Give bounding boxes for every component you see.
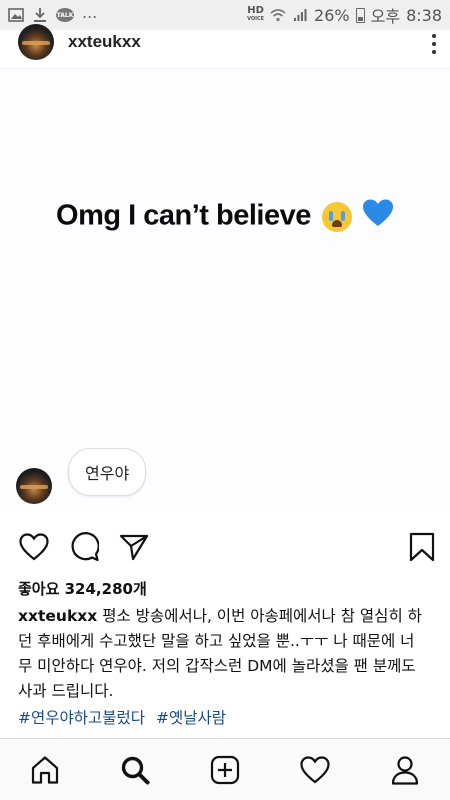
status-bar-notifications: TALK ... (8, 3, 97, 23)
image-comment-row: 연우야 (16, 448, 147, 504)
likes-count[interactable]: 좋아요 324,280개 (18, 578, 147, 599)
download-icon (32, 7, 48, 23)
avatar[interactable] (18, 24, 54, 60)
time-ampm: 오후 (370, 7, 401, 26)
image-comment-bubble: 연우야 (68, 448, 147, 496)
post-image-text: Omg I can’t believe (0, 198, 450, 236)
bottom-nav (0, 738, 450, 800)
post-actions (18, 530, 438, 564)
search-icon[interactable] (115, 750, 155, 790)
status-bar: TALK ... HD VOICE 26% 오후 8:38 (0, 0, 450, 30)
bookmark-icon[interactable] (406, 531, 438, 563)
share-icon[interactable] (118, 531, 150, 563)
hd-voice-indicator: HD VOICE (247, 6, 264, 24)
post-image-caption: Omg I can’t believe (56, 199, 311, 232)
post-username[interactable]: xxteukxx (68, 32, 141, 52)
post-header: xxteukxx (0, 24, 450, 68)
hashtag-link[interactable]: #옛날사람 (156, 709, 226, 727)
blue-heart-icon (362, 198, 394, 236)
crying-face-icon (322, 202, 353, 232)
clock: 8:38 (406, 5, 442, 25)
post-caption: xxteukxx 평소 방송에서나, 이번 아송페에서나 참 열심히 하던 후배… (18, 604, 428, 704)
hashtags: #연우야하고불렀다 #옛날사람 (18, 706, 232, 728)
post-image[interactable] (0, 68, 450, 510)
caption-username[interactable]: xxteukxx (18, 607, 97, 625)
kakaotalk-icon: TALK (56, 8, 74, 22)
activity-heart-icon[interactable] (295, 750, 335, 790)
battery-icon (355, 7, 365, 23)
hashtag-link[interactable]: #연우야하고불렀다 (18, 709, 145, 727)
more-options-icon[interactable] (432, 34, 436, 54)
wifi-icon (270, 7, 286, 23)
battery-percent: 26% (314, 5, 350, 25)
hd-sub-label: VOICE (247, 16, 265, 22)
add-post-icon[interactable] (205, 750, 245, 790)
heart-icon[interactable] (18, 531, 50, 563)
home-icon[interactable] (25, 750, 65, 790)
profile-icon[interactable] (385, 750, 425, 790)
gallery-icon (8, 7, 24, 23)
signal-icon (292, 7, 308, 23)
avatar (16, 468, 52, 504)
more-notifications: ... (82, 2, 98, 22)
status-bar-system: HD VOICE 26% 오후 8:38 (247, 3, 442, 27)
comment-icon[interactable] (68, 531, 100, 563)
